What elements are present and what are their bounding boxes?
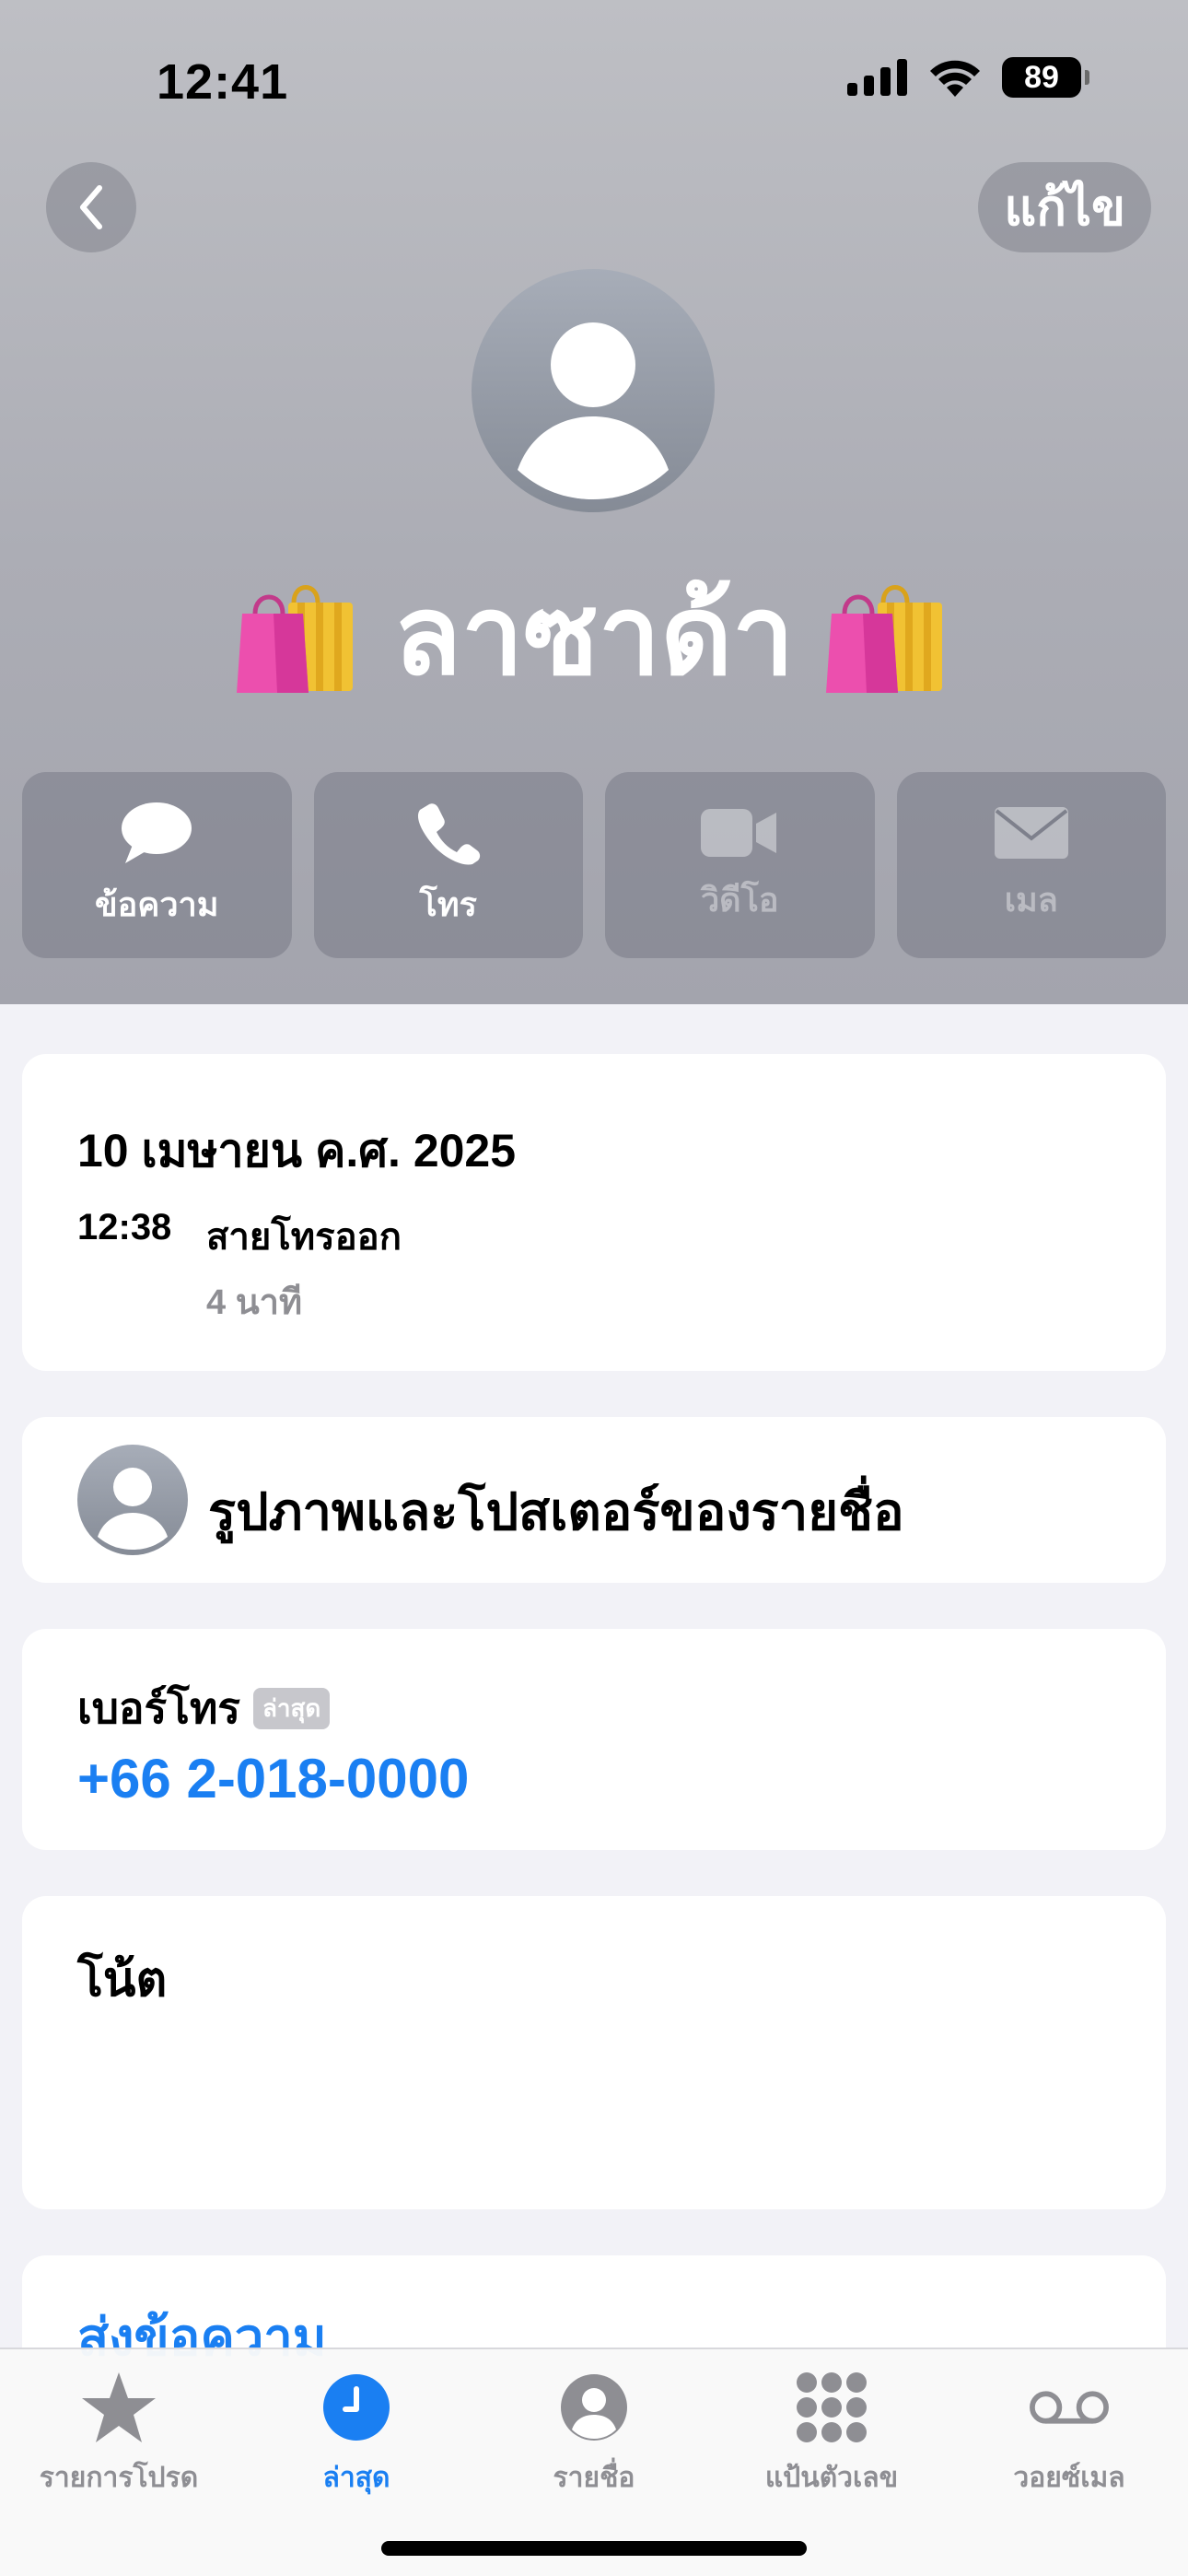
message-icon (122, 802, 192, 863)
tab-favorites-label: รายการโปรด (39, 2463, 199, 2493)
contact-avatar (472, 269, 715, 512)
mail-action-button[interactable]: เมล (896, 772, 1166, 958)
video-action-button[interactable]: วิดีโอ (605, 772, 875, 958)
edit-button[interactable]: แก้ไข (978, 162, 1151, 252)
person-silhouette-icon (98, 1468, 168, 1550)
home-indicator[interactable] (381, 2541, 807, 2556)
status-time: 12:41 (157, 54, 289, 110)
contact-photo-poster-row[interactable]: รูปภาพและโปสเตอร์ของรายชื่อ (22, 1417, 1166, 1583)
back-button[interactable] (46, 162, 136, 252)
contact-name: ลาซาด้า (393, 573, 795, 697)
message-action-label: ข้อความ (95, 884, 219, 923)
shopping-bags-icon (825, 585, 942, 693)
tab-recents-label: ล่าสุด (322, 2463, 390, 2493)
mail-icon (994, 806, 1068, 859)
phone-label-row: เบอร์โทร ล่าสุด (77, 1675, 331, 1742)
phone-label: เบอร์โทร (77, 1684, 240, 1732)
tab-favorites[interactable]: รายการโปรด (0, 2366, 238, 2500)
tab-recents[interactable]: ล่าสุด (238, 2366, 475, 2500)
photo-poster-label: รูปภาพและโปสเตอร์ของรายชื่อ (208, 1482, 904, 1540)
tab-voicemail[interactable]: วอยซ์เมล (950, 2366, 1188, 2500)
tab-keypad[interactable]: แป้นตัวเลข (713, 2366, 950, 2500)
contact-name-row: ลาซาด้า (0, 560, 1188, 708)
call-log-card: 10 เมษายน ค.ศ. 2025 12:38 สายโทรออก 4 นา… (22, 1054, 1166, 1371)
notes-label: โน้ต (77, 1953, 168, 2007)
call-time: 12:38 (77, 1207, 172, 1247)
shopping-bags-icon (237, 585, 354, 693)
phone-number-link[interactable]: +66 2-018-0000 (77, 1747, 469, 1810)
quick-actions: ข้อความ โทร วิดีโอ เมล (22, 772, 1166, 958)
phone-number-card[interactable]: เบอร์โทร ล่าสุด +66 2-018-0000 (22, 1629, 1166, 1850)
cellular-signal-icon (847, 59, 907, 96)
video-action-label: วิดีโอ (700, 880, 779, 919)
contact-header: 12:41 89 แก้ไข ลาซาด้า ข้อความ โทร วิดีโ… (0, 0, 1188, 1004)
mail-action-label: เมล (1004, 880, 1058, 919)
call-date: 10 เมษายน ค.ศ. 2025 (77, 1125, 517, 1177)
tab-keypad-label: แป้นตัวเลข (764, 2463, 899, 2493)
wifi-icon (930, 60, 980, 97)
recent-badge: ล่าสุด (253, 1688, 331, 1729)
video-icon (701, 808, 777, 857)
small-avatar (77, 1445, 188, 1555)
call-type: สายโทรออก (206, 1217, 402, 1258)
call-action-label: โทร (419, 884, 477, 923)
message-action-button[interactable]: ข้อความ (22, 772, 292, 958)
phone-icon (417, 802, 480, 865)
battery-level: 89 (1024, 59, 1059, 95)
tab-contacts[interactable]: รายชื่อ (475, 2366, 713, 2500)
person-circle-icon (561, 2374, 627, 2441)
clock-icon (323, 2374, 390, 2441)
tab-contacts-label: รายชื่อ (553, 2463, 635, 2493)
battery-indicator: 89 (1002, 57, 1089, 98)
keypad-icon (797, 2372, 867, 2442)
tab-voicemail-label: วอยซ์เมล (1013, 2463, 1125, 2493)
star-icon (82, 2372, 156, 2442)
person-silhouette-icon (518, 322, 669, 499)
call-action-button[interactable]: โทร (313, 772, 583, 958)
notes-card[interactable]: โน้ต (22, 1896, 1166, 2209)
status-icons: 89 (847, 57, 1089, 98)
chevron-left-icon (80, 185, 102, 229)
voicemail-icon (1030, 2391, 1109, 2424)
call-duration: 4 นาที (206, 1283, 303, 1322)
